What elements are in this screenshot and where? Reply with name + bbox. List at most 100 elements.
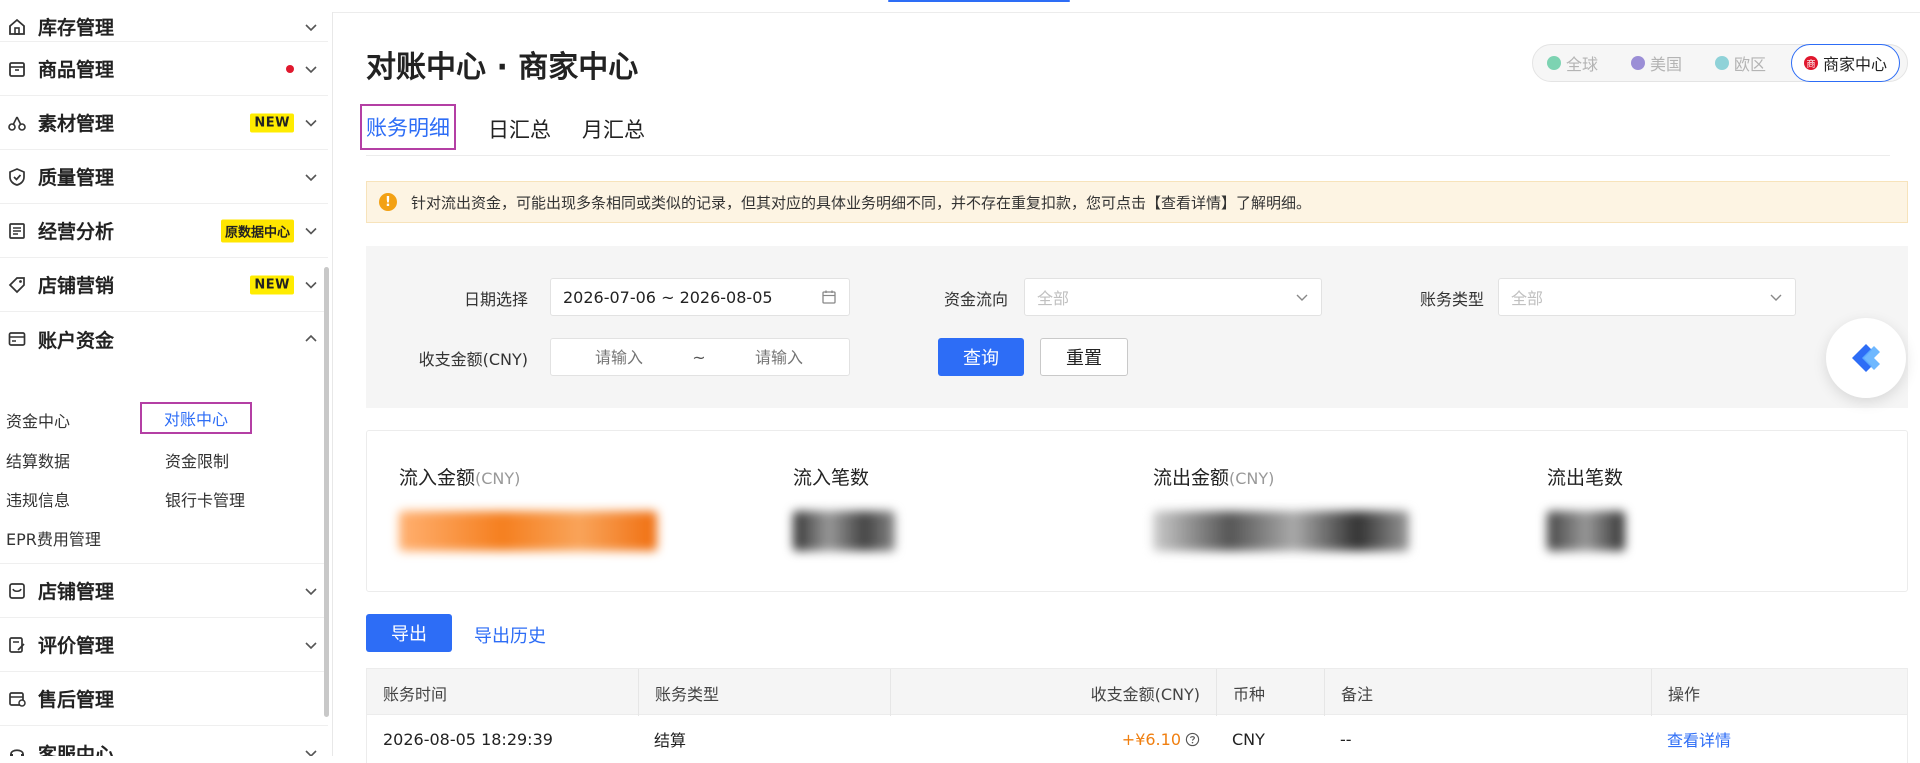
flow-select[interactable]: 全部: [1024, 278, 1322, 316]
tab-monthly-summary[interactable]: 月汇总: [578, 108, 649, 150]
tag-icon: [6, 274, 28, 296]
help-circle-icon[interactable]: [1185, 732, 1200, 747]
chevron-up-icon: [305, 334, 317, 342]
amount-min-input[interactable]: [551, 347, 687, 367]
service-icon: [6, 742, 28, 756]
review-icon: [6, 634, 28, 656]
chevron-down-icon: [305, 281, 317, 289]
export-button[interactable]: 导出: [366, 614, 452, 652]
reset-button[interactable]: 重置: [1040, 338, 1128, 376]
sidebar-scrollbar[interactable]: [324, 267, 329, 717]
chevron-down-icon: [305, 641, 317, 649]
region-merchant-center[interactable]: 商 商家中心: [1791, 44, 1901, 82]
store-icon: [6, 580, 28, 602]
blurred-value: [1153, 511, 1409, 551]
page-title: 对账中心 · 商家中心: [366, 50, 639, 85]
us-flag-icon: [1631, 56, 1645, 70]
chevron-down-icon: [305, 65, 317, 73]
sidebar-item-label: 售后管理: [38, 689, 115, 711]
material-icon: [6, 112, 28, 134]
chevron-down-icon: [305, 173, 317, 181]
column-header: 账务时间: [383, 684, 448, 704]
flow-label: 资金流向: [943, 290, 1008, 309]
analytics-icon: [6, 220, 28, 242]
sidebar-item-store[interactable]: 店铺管理: [0, 564, 328, 618]
amount-range: ~: [550, 338, 850, 376]
amount-max-input[interactable]: [711, 347, 847, 367]
region-switcher: 全球 美国 欧区 商 商家中心: [1532, 44, 1908, 82]
sidebar-item-label: 库存管理: [38, 17, 115, 39]
new-badge: NEW: [250, 275, 294, 294]
sidebar-item-label: 店铺管理: [38, 581, 115, 603]
sidebar-item-label: 素材管理: [38, 113, 115, 135]
notice-banner: ! 针对流出资金，可能出现多条相同或类似的记录，但其对应的具体业务明细不同，并不…: [366, 181, 1908, 223]
date-range-picker[interactable]: 2026-07-06 ~ 2026-08-05: [550, 278, 850, 316]
sidebar-item-analytics[interactable]: 经营分析 原数据中心: [0, 204, 328, 258]
sidebar-item-reviews[interactable]: 评价管理: [0, 618, 328, 672]
chevron-down-icon: [305, 227, 317, 235]
chevron-down-icon: [305, 23, 317, 31]
blurred-value: [399, 511, 657, 551]
export-history-link[interactable]: 导出历史: [474, 622, 546, 648]
chevron-down-icon: [1296, 294, 1308, 301]
new-badge: NEW: [250, 113, 294, 132]
shield-check-icon: [6, 166, 28, 188]
range-separator: ~: [692, 347, 706, 367]
account-type-select[interactable]: 全部: [1498, 278, 1796, 316]
notice-text: 针对流出资金，可能出现多条相同或类似的记录，但其对应的具体业务明细不同，并不存在…: [411, 193, 1312, 212]
stats-panel: 流入金额(CNY) 流入笔数 流出金额(CNY) 流出笔数: [366, 430, 1908, 592]
chevron-down-icon: [305, 750, 317, 756]
sidebar-item-label: 评价管理: [38, 635, 115, 657]
assistant-logo-icon: [1852, 344, 1880, 372]
sidebar: 库存管理 商品管理 素材管理 NEW 质量管理 经营分析 原数据中心 店铺营销 …: [0, 12, 333, 756]
tab-daily-summary[interactable]: 日汇总: [484, 108, 555, 150]
submenu-fund-restriction[interactable]: 资金限制: [165, 448, 229, 472]
account-funds-submenu: 资金中心 对账中心 结算数据 资金限制 违规信息 银行卡管理 EPR费用管理: [0, 394, 328, 564]
submenu-reconciliation-center[interactable]: 对账中心: [140, 402, 253, 434]
main-content: 对账中心 · 商家中心 全球 美国 欧区 商 商家中心 账务明细 日汇总 月汇总…: [334, 12, 1920, 763]
transactions-table: 账务时间 账务类型 收支金额(CNY) 币种 备注 操作 2026-08-05 …: [366, 668, 1909, 763]
query-button[interactable]: 查询: [938, 338, 1024, 376]
sidebar-item-customer-service[interactable]: 客服中心: [0, 726, 328, 756]
data-center-badge: 原数据中心: [220, 219, 294, 242]
sidebar-item-label: 质量管理: [38, 167, 115, 189]
amount-label: 收支金额(CNY): [418, 350, 528, 369]
submenu-bank-card[interactable]: 银行卡管理: [165, 487, 245, 511]
sidebar-item-label: 客服中心: [38, 743, 115, 757]
sidebar-item-materials[interactable]: 素材管理 NEW: [0, 96, 328, 150]
sidebar-item-label: 账户资金: [38, 329, 115, 352]
sidebar-item-inventory[interactable]: 库存管理: [0, 12, 328, 42]
chevron-down-icon: [305, 587, 317, 595]
submenu-fund-center[interactable]: 资金中心: [6, 408, 70, 432]
tab-account-details[interactable]: 账务明细: [360, 104, 456, 150]
column-header: 备注: [1324, 669, 1651, 716]
eu-flag-icon: [1715, 56, 1729, 70]
aftersale-icon: [6, 688, 28, 710]
date-label: 日期选择: [463, 290, 528, 309]
type-label: 账务类型: [1419, 290, 1484, 309]
column-header: 账务类型: [638, 669, 890, 716]
sidebar-item-products[interactable]: 商品管理: [0, 42, 328, 96]
column-header: 操作: [1651, 669, 1909, 716]
filter-panel: 日期选择 2026-07-06 ~ 2026-08-05 资金流向 全部 账务类…: [366, 246, 1908, 408]
submenu-settlement-data[interactable]: 结算数据: [6, 448, 70, 472]
wallet-icon: [6, 328, 28, 350]
sidebar-item-marketing[interactable]: 店铺营销 NEW: [0, 258, 328, 312]
region-eu[interactable]: 欧区: [1715, 45, 1766, 81]
sidebar-item-quality[interactable]: 质量管理: [0, 150, 328, 204]
top-accent-bar: [888, 0, 1070, 2]
sidebar-item-account-funds[interactable]: 账户资金: [0, 312, 328, 366]
region-us[interactable]: 美国: [1631, 45, 1682, 81]
region-global[interactable]: 全球: [1547, 45, 1598, 81]
submenu-epr-fee[interactable]: EPR费用管理: [6, 526, 101, 550]
globe-icon: [1547, 56, 1561, 70]
warning-icon: !: [379, 193, 397, 211]
assistant-float-button[interactable]: [1826, 318, 1906, 398]
submenu-violation-info[interactable]: 违规信息: [6, 487, 70, 511]
merchant-icon: 商: [1804, 56, 1818, 70]
blurred-value: [793, 511, 895, 551]
table-header: 账务时间 账务类型 收支金额(CNY) 币种 备注 操作: [366, 668, 1909, 716]
sidebar-item-aftersale[interactable]: 售后管理: [0, 672, 328, 726]
chevron-down-icon: [305, 119, 317, 127]
box-icon: [6, 58, 28, 80]
